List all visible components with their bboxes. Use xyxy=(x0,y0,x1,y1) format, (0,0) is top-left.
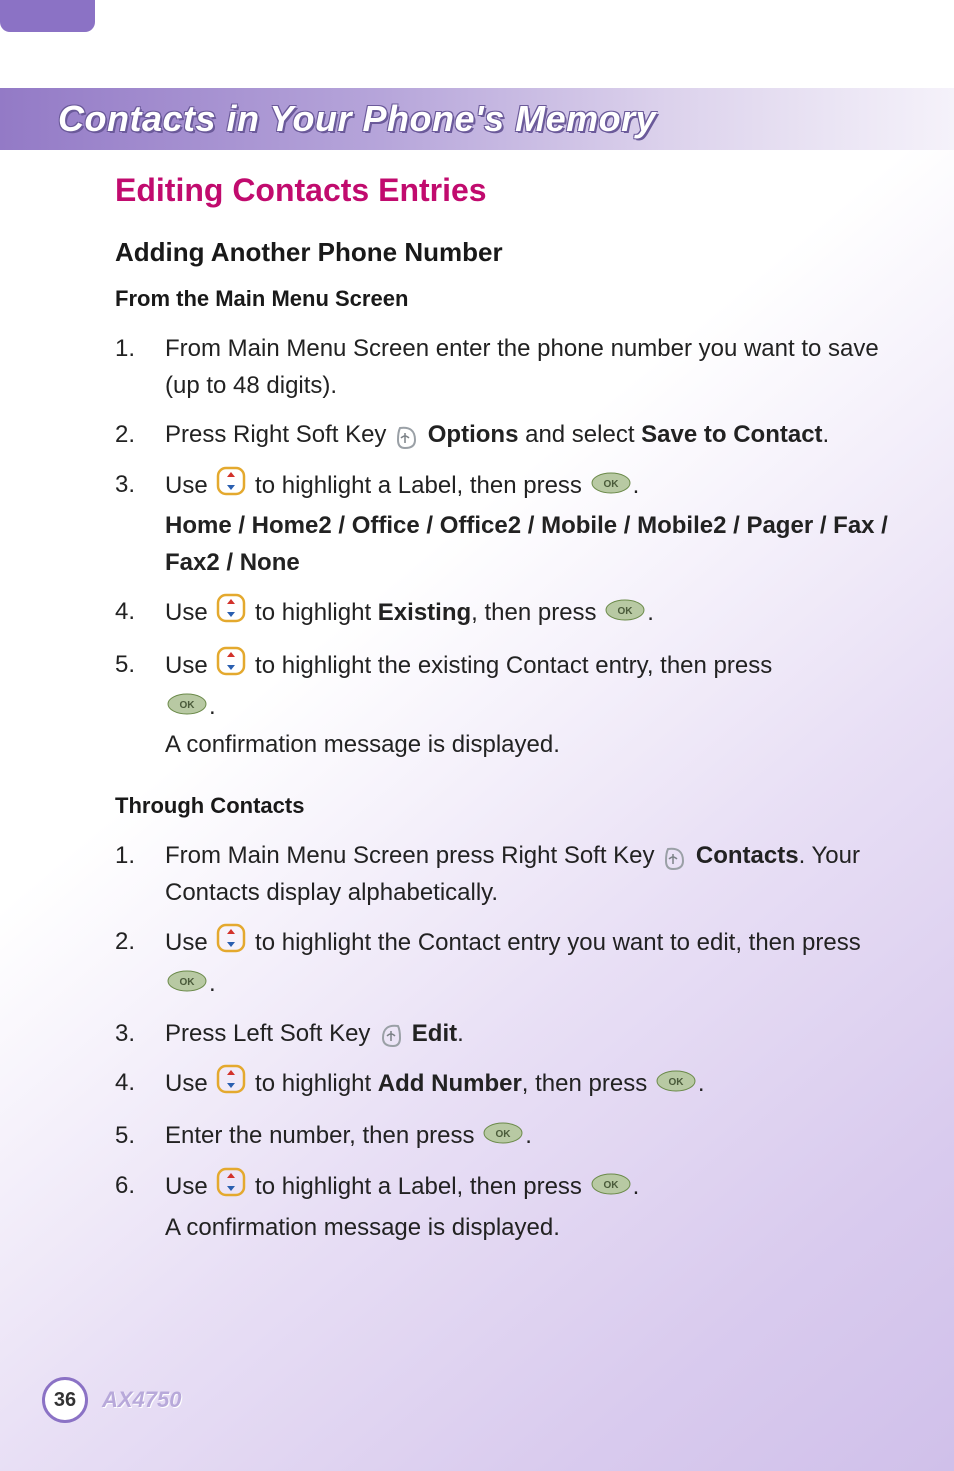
list-body: Use to highlight the existing Contact en… xyxy=(165,646,894,763)
text: Press Right Soft Key xyxy=(165,421,393,448)
right-soft-key-icon xyxy=(663,845,687,869)
text: to highlight the existing Contact entry,… xyxy=(255,652,772,679)
text: . xyxy=(457,1020,464,1047)
instruction-list-main-menu: 1. From Main Menu Screen enter the phone… xyxy=(115,330,894,763)
text: Use xyxy=(165,929,214,956)
text: to highlight a Label, then press xyxy=(255,1173,589,1200)
list-item: 1. From Main Menu Screen enter the phone… xyxy=(115,330,894,404)
text: Enter the number, then press xyxy=(165,1122,481,1149)
list-number: 3. xyxy=(115,1015,165,1052)
confirmation-text: A confirmation message is displayed. xyxy=(165,1214,560,1241)
list-number: 1. xyxy=(115,837,165,911)
list-item: 4. Use to highlight Add Number, then pre… xyxy=(115,1064,894,1105)
list-body: Use to highlight a Label, then press . H… xyxy=(165,466,894,582)
text: to highlight xyxy=(255,1070,378,1097)
list-item: 5. Use to highlight the existing Contact… xyxy=(115,646,894,763)
ok-key-icon xyxy=(591,468,631,505)
text: to highlight the Contact entry you want … xyxy=(255,929,861,956)
ok-key-icon xyxy=(483,1118,523,1155)
confirmation-text: A confirmation message is displayed. xyxy=(165,731,560,758)
list-number: 2. xyxy=(115,416,165,453)
nav-key-icon xyxy=(216,646,246,687)
text: . xyxy=(525,1122,532,1149)
list-item: 6. Use to highlight a Label, then press … xyxy=(115,1167,894,1245)
list-body: Use to highlight the Contact entry you w… xyxy=(165,923,894,1002)
text: Use xyxy=(165,599,214,626)
text: . xyxy=(698,1070,705,1097)
nav-key-icon xyxy=(216,593,246,634)
model-label: AX4750 xyxy=(102,1387,182,1413)
bold-text: Save to Contact xyxy=(641,421,822,448)
list-item: 5. Enter the number, then press . xyxy=(115,1117,894,1155)
text: . xyxy=(209,693,216,720)
list-body: From Main Menu Screen enter the phone nu… xyxy=(165,330,894,404)
bold-text: Existing xyxy=(378,599,471,626)
list-number: 4. xyxy=(115,593,165,634)
list-number: 5. xyxy=(115,1117,165,1155)
text: to highlight xyxy=(255,599,378,626)
bold-text: Add Number xyxy=(378,1070,522,1097)
list-body: Use to highlight a Label, then press . A… xyxy=(165,1167,894,1245)
text: Press Left Soft Key xyxy=(165,1020,377,1047)
text: to highlight a Label, then press xyxy=(255,472,589,499)
list-number: 6. xyxy=(115,1167,165,1245)
text: Use xyxy=(165,472,214,499)
list-number: 4. xyxy=(115,1064,165,1105)
list-body: Use to highlight Existing, then press . xyxy=(165,593,894,634)
text: Use xyxy=(165,1070,214,1097)
ok-key-icon xyxy=(167,966,207,1003)
label-options: Home / Home2 / Office / Office2 / Mobile… xyxy=(165,512,888,576)
nav-key-icon xyxy=(216,1167,246,1208)
list-number: 3. xyxy=(115,466,165,582)
list-number: 1. xyxy=(115,330,165,404)
text: . xyxy=(633,1173,640,1200)
list-item: 2. Use to highlight the Contact entry yo… xyxy=(115,923,894,1002)
text: From Main Menu Screen press Right Soft K… xyxy=(165,842,661,869)
subsubsection-title: Through Contacts xyxy=(115,793,894,819)
ok-key-icon xyxy=(591,1169,631,1206)
text: Use xyxy=(165,1173,214,1200)
nav-key-icon xyxy=(216,466,246,507)
text: . xyxy=(633,472,640,499)
ok-key-icon xyxy=(656,1066,696,1103)
list-item: 2. Press Right Soft Key Options and sele… xyxy=(115,416,894,453)
nav-key-icon xyxy=(216,923,246,964)
left-soft-key-icon xyxy=(379,1022,403,1046)
text: , then press xyxy=(471,599,603,626)
list-body: Use to highlight Add Number, then press … xyxy=(165,1064,894,1105)
page-footer: 36 AX4750 xyxy=(42,1377,182,1423)
subsubsection-title: From the Main Menu Screen xyxy=(115,286,894,312)
list-number: 5. xyxy=(115,646,165,763)
text: , then press xyxy=(522,1070,654,1097)
bold-text: Edit xyxy=(412,1020,457,1047)
page-tab xyxy=(0,0,95,32)
subsection-title: Adding Another Phone Number xyxy=(115,237,894,268)
text: and select xyxy=(525,421,641,448)
text: . xyxy=(823,421,830,448)
list-body: Press Left Soft Key Edit. xyxy=(165,1015,894,1052)
page-number: 36 xyxy=(42,1377,88,1423)
nav-key-icon xyxy=(216,1064,246,1105)
list-item: 4. Use to highlight Existing, then press… xyxy=(115,593,894,634)
ok-key-icon xyxy=(167,689,207,726)
text: . xyxy=(209,970,216,997)
list-item: 3. Use to highlight a Label, then press … xyxy=(115,466,894,582)
bold-text: Contacts xyxy=(696,842,799,869)
header-band: Contacts in Your Phone's Memory xyxy=(0,88,954,150)
list-body: Enter the number, then press . xyxy=(165,1117,894,1155)
list-number: 2. xyxy=(115,923,165,1002)
bold-text: Options xyxy=(428,421,519,448)
list-item: 1. From Main Menu Screen press Right Sof… xyxy=(115,837,894,911)
ok-key-icon xyxy=(605,595,645,632)
list-body: Press Right Soft Key Options and select … xyxy=(165,416,894,453)
list-body: From Main Menu Screen press Right Soft K… xyxy=(165,837,894,911)
section-title: Editing Contacts Entries xyxy=(115,172,894,209)
text: . xyxy=(647,599,654,626)
right-soft-key-icon xyxy=(395,424,419,448)
list-item: 3. Press Left Soft Key Edit. xyxy=(115,1015,894,1052)
text: Use xyxy=(165,652,214,679)
instruction-list-through-contacts: 1. From Main Menu Screen press Right Sof… xyxy=(115,837,894,1246)
page-content: Editing Contacts Entries Adding Another … xyxy=(115,172,894,1276)
chapter-title: Contacts in Your Phone's Memory xyxy=(58,98,656,140)
